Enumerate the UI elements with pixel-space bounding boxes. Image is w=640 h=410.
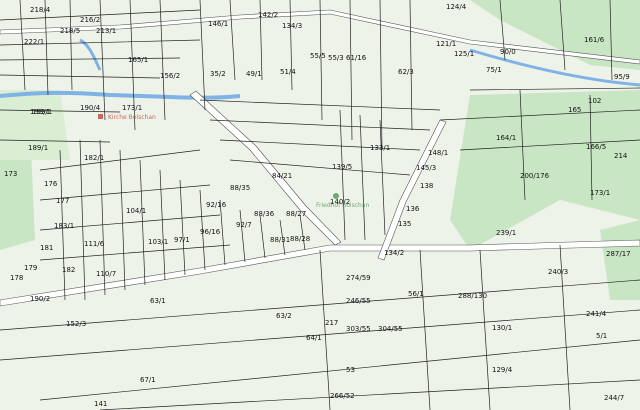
parcel-label: 239/1: [496, 229, 516, 237]
parcel-label: 110/7: [96, 270, 116, 278]
parcel-label: 179: [24, 264, 37, 272]
parcel-label: 92/7: [236, 221, 252, 229]
parcel-label: 142/2: [258, 11, 278, 19]
parcel-label: 165/1: [128, 56, 148, 64]
parcel-label: 141: [94, 400, 107, 408]
parcel-label: 56/1: [408, 290, 424, 298]
parcel-label: 190/4: [80, 104, 101, 112]
parcel-label: 133/1: [370, 144, 390, 152]
parcel-label: 213/1: [96, 27, 116, 35]
parcel-label: 92/16: [206, 201, 227, 209]
church-label: Kirche Bolschan: [108, 114, 156, 121]
parcel-label: 103/1: [148, 238, 168, 246]
parcel-label: 62/3: [398, 68, 414, 76]
parcel-label: 75/1: [486, 66, 502, 74]
parcel-label: 274/59: [346, 274, 371, 282]
parcel-label: 288/130: [458, 292, 487, 300]
parcel-label: 121/1: [436, 40, 456, 48]
parcel-label: 166/5: [586, 143, 606, 151]
parcel-label: 88/27: [286, 210, 306, 218]
parcel-label: 161/6: [584, 36, 605, 44]
parcel-label: 156/2: [160, 72, 180, 80]
parcel-label: 173/1: [590, 189, 610, 197]
parcel-label: 164/1: [496, 134, 516, 142]
parcel-label: 61/16: [346, 54, 367, 62]
parcel-label: 200/176: [520, 172, 550, 180]
parcel-label: 181: [40, 244, 53, 252]
parcel-label: 145/3: [416, 164, 436, 172]
parcel-label: 97/1: [174, 236, 190, 244]
parcel-label: 173: [4, 170, 17, 178]
parcel-label: 152/3: [66, 320, 86, 328]
parcel-label: 124/4: [446, 3, 467, 11]
parcel-label: 55/5: [310, 52, 326, 60]
parcel-label: 134/3: [282, 22, 302, 30]
parcel-label: 64/1: [306, 334, 322, 342]
parcel-label: 165: [568, 106, 581, 114]
parcel-label: 88/36: [254, 210, 275, 218]
parcel-label: 63/2: [276, 312, 292, 320]
parcel-label: 182: [62, 266, 75, 274]
parcel-label: 134/2: [384, 249, 404, 257]
map-canvas[interactable]: Friedhof Bolschan Kirche Bolschan 218/4 …: [0, 0, 640, 410]
parcel-label: 88/35: [230, 184, 250, 192]
parcel-label: 67/1: [140, 376, 156, 384]
church-icon: [98, 114, 103, 119]
parcel-label: 148/1: [428, 149, 448, 157]
parcel-label: 266/52: [330, 392, 355, 400]
parcel-label: 139/5: [332, 163, 352, 171]
parcel-label: 49/1: [246, 70, 262, 78]
parcel-label: 241/4: [586, 310, 607, 318]
parcel-label: 189/1: [28, 144, 48, 152]
parcel-label: 35/2: [210, 70, 226, 78]
parcel-label: 222/1: [24, 38, 44, 46]
parcel-label: 51/4: [280, 68, 296, 76]
parcel-label: 178: [10, 274, 23, 282]
parcel-label: 130/1: [492, 324, 512, 332]
parcel-label: 217: [325, 319, 338, 327]
parcel-label: 183/1: [54, 222, 74, 230]
parcel-label: 88/28: [290, 235, 310, 243]
parcel-label: 90/0: [500, 48, 516, 56]
parcel-label: 96/16: [200, 228, 221, 236]
parcel-label: 53: [346, 366, 355, 374]
parcel-label: 287/17: [606, 250, 631, 258]
parcel-label: 95/9: [614, 73, 630, 81]
parcel-label: 146/1: [208, 20, 228, 28]
parcel-label: 190/2: [30, 295, 50, 303]
parcel-label: 216/2: [80, 16, 100, 24]
parcel-label: 125/1: [454, 50, 474, 58]
cadastral-map[interactable]: Friedhof Bolschan Kirche Bolschan 218/4 …: [0, 0, 640, 410]
parcel-label: 173/1: [122, 104, 142, 112]
parcel-label: 214: [614, 152, 628, 160]
parcel-label: 111/6: [84, 240, 105, 248]
parcel-label: 102: [588, 97, 601, 105]
parcel-label: 240/3: [548, 268, 568, 276]
parcel-label: 138: [420, 182, 433, 190]
parcel-label: 303/55: [346, 325, 371, 333]
parcel-label: 218/4: [30, 6, 51, 14]
parcel-label: 176: [44, 180, 58, 188]
parcel-label: 135: [398, 220, 411, 228]
parcel-label: 84/21: [272, 172, 292, 180]
parcel-label: 5/1: [596, 332, 607, 340]
parcel-label: 136: [406, 205, 420, 213]
parcel-label: 140/2: [330, 198, 350, 206]
parcel-label: 244/7: [604, 394, 624, 402]
parcel-label: 182/1: [84, 154, 104, 162]
parcel-label: 63/1: [150, 297, 166, 305]
parcel-label: 246/55: [346, 297, 371, 305]
parcel-label: 193/1: [32, 108, 52, 116]
parcel-label: 129/4: [492, 366, 513, 374]
parcel-label: 104/1: [126, 207, 146, 215]
parcel-label: 177: [56, 197, 69, 205]
parcel-label: 55/3: [328, 54, 344, 62]
parcel-label: 88/31: [270, 236, 290, 244]
parcel-label: 218/5: [60, 27, 80, 35]
parcel-label: 304/55: [378, 325, 403, 333]
